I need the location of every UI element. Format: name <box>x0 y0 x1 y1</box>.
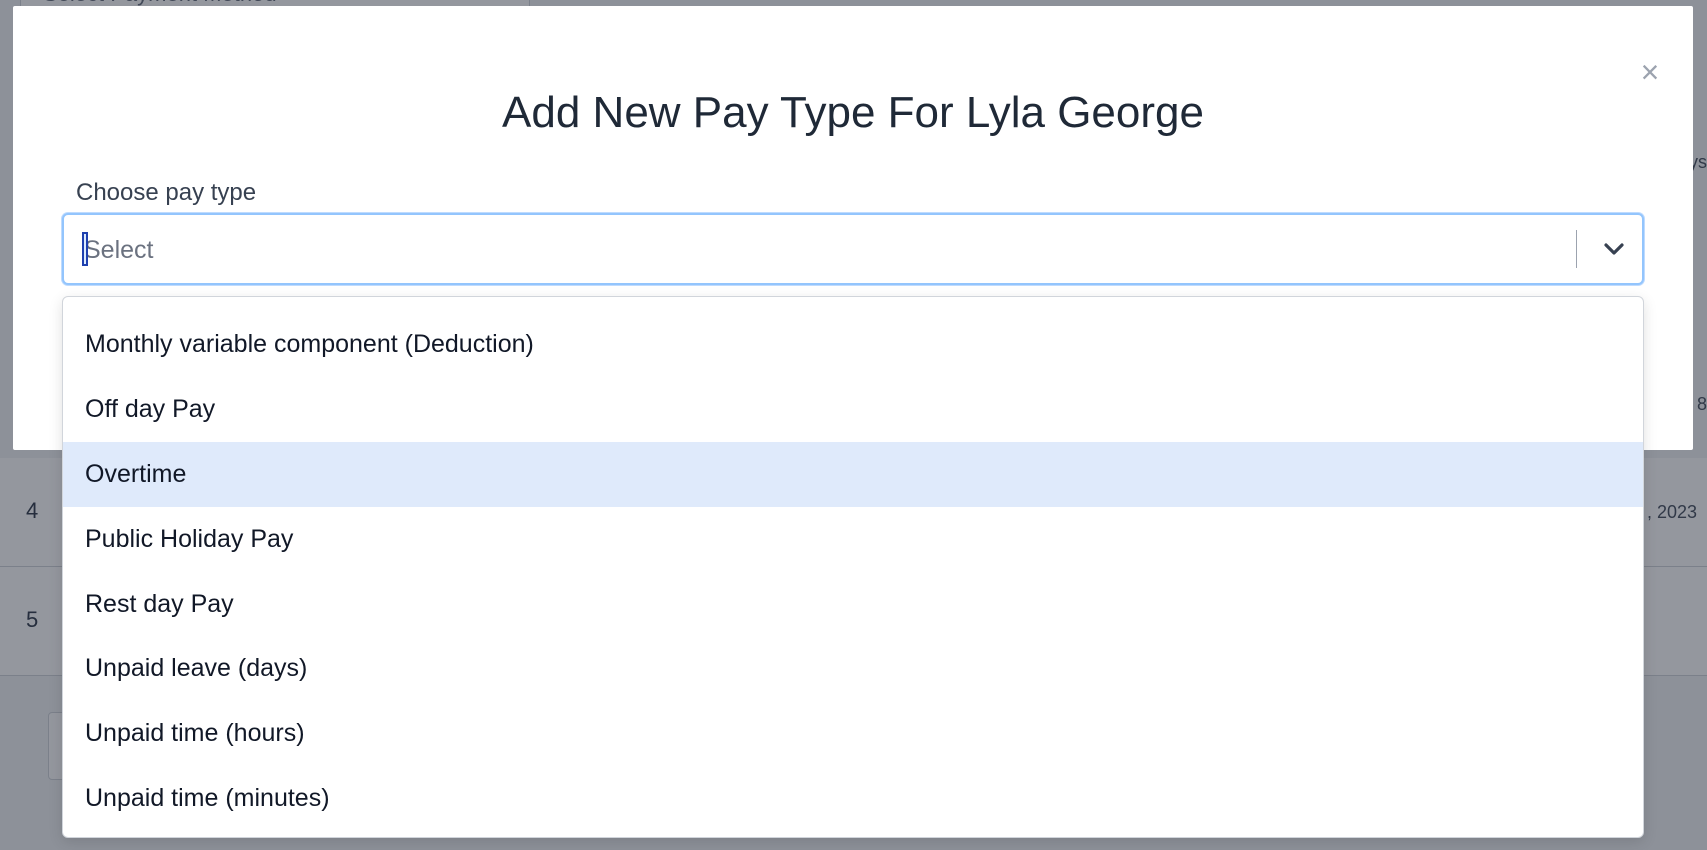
select-separator <box>1576 230 1577 268</box>
pay-type-label: Choose pay type <box>76 179 257 206</box>
dropdown-option[interactable]: Rest day Pay <box>63 572 1643 637</box>
dropdown-option[interactable]: Unpaid leave (days) <box>63 636 1643 701</box>
close-icon[interactable]: × <box>1635 52 1665 92</box>
dropdown-option[interactable]: Unpaid time (minutes) <box>63 766 1643 831</box>
chevron-down-icon[interactable] <box>1596 231 1632 267</box>
pay-type-dropdown: Monthly variable component (Deduction) O… <box>62 296 1644 838</box>
modal-title: Add New Pay Type For Lyla George <box>502 88 1204 137</box>
dropdown-option[interactable]: Off day Pay <box>63 377 1643 442</box>
dropdown-option-highlighted[interactable]: Overtime <box>63 442 1643 507</box>
pay-type-select[interactable]: Select <box>62 213 1644 285</box>
text-cursor <box>82 232 88 266</box>
select-placeholder: Select <box>84 236 154 264</box>
dropdown-option[interactable]: Unpaid time (hours) <box>63 701 1643 766</box>
dropdown-option[interactable]: Public Holiday Pay <box>63 507 1643 572</box>
dropdown-option[interactable]: Monthly variable component (Deduction) <box>63 312 1643 377</box>
